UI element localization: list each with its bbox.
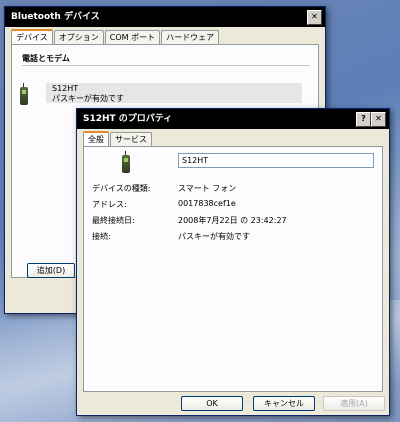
title-bar: S12HT のプロパティ ? ✕: [77, 109, 389, 129]
tab-general[interactable]: 全般: [83, 131, 109, 147]
phone-icon: [122, 151, 130, 173]
field-value-device-type: スマート フォン: [178, 184, 237, 193]
title-bar: Bluetooth デバイス ✕: [5, 7, 325, 27]
device-name: S12HT: [52, 84, 79, 93]
device-name-value: S12HT: [182, 156, 209, 165]
field-value-connection: パスキーが有効です: [178, 232, 250, 241]
device-name-field[interactable]: S12HT: [178, 153, 374, 168]
field-value-address: 0017838cef1e: [178, 199, 236, 208]
help-icon[interactable]: ?: [356, 112, 371, 127]
close-icon[interactable]: ✕: [371, 112, 386, 127]
section-title: 電話とモデム: [22, 54, 70, 63]
add-button[interactable]: 追加(D): [27, 263, 75, 278]
field-label-address: アドレス:: [92, 200, 127, 209]
field-label-connection: 接続:: [92, 232, 111, 241]
tab-hardware[interactable]: ハードウェア: [161, 30, 220, 44]
general-panel: S12HT デバイスの種類: スマート フォン アドレス: 0017838cef…: [83, 146, 383, 392]
field-label-last-connected: 最終接続日:: [92, 216, 135, 225]
tab-services[interactable]: サービス: [110, 132, 152, 146]
tab-com-ports[interactable]: COM ポート: [104, 30, 161, 44]
field-value-last-connected: 2008年7月22日 の 23:42:27: [178, 216, 287, 225]
tab-options[interactable]: オプション: [53, 30, 104, 44]
device-status: パスキーが有効です: [52, 94, 124, 103]
device-list-item[interactable]: S12HT パスキーが有効です: [20, 83, 302, 105]
section-divider: [22, 65, 310, 66]
tab-devices[interactable]: デバイス: [11, 29, 53, 45]
properties-window: S12HT のプロパティ ? ✕ 全般 サービス S12HT デバイスの種類: …: [76, 108, 390, 416]
ok-button[interactable]: OK: [181, 396, 243, 411]
phone-icon: [20, 83, 28, 105]
window-title: Bluetooth デバイス: [11, 12, 100, 22]
cancel-button[interactable]: キャンセル: [253, 396, 315, 411]
apply-button[interactable]: 適用(A): [323, 396, 385, 411]
close-icon[interactable]: ✕: [307, 10, 322, 25]
field-label-device-type: デバイスの種類:: [92, 184, 151, 193]
window-title: S12HT のプロパティ: [83, 114, 173, 124]
